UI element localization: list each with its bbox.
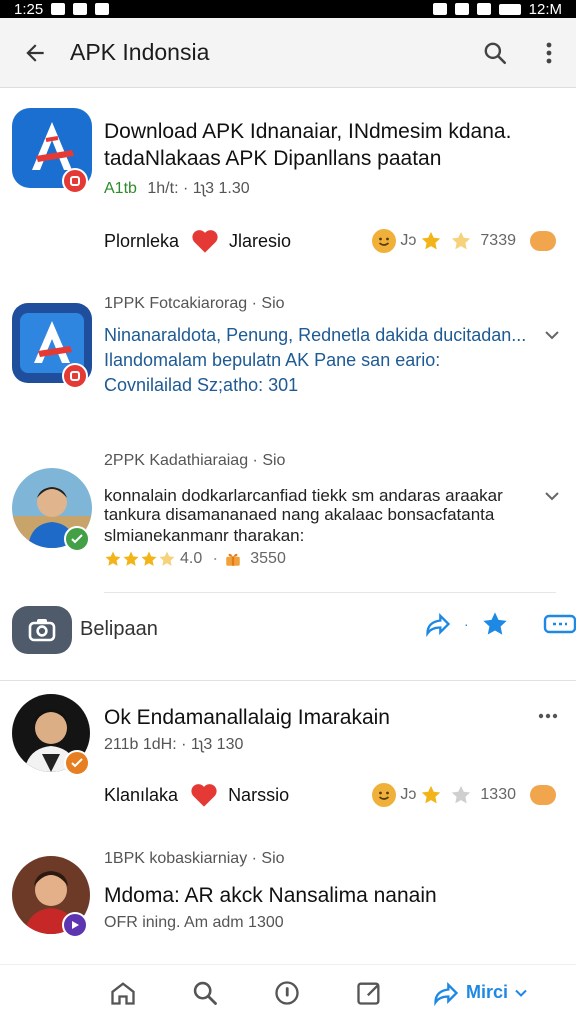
item-title-line1: Download APK Idnanaiar, INdmesim kdana. — [104, 120, 512, 143]
nav-edit[interactable] — [328, 979, 410, 1007]
separator-dot: · — [464, 616, 469, 632]
bottom-navigation: Mirci — [0, 964, 576, 1020]
ticket-icon[interactable] — [543, 613, 576, 635]
reaction-name: Klanılaka — [104, 784, 179, 805]
gallery-icon — [51, 3, 66, 15]
app-icon — [95, 3, 110, 15]
camera-icon — [12, 606, 72, 654]
chevron-down-icon — [515, 989, 527, 997]
rating-text: Jɔ — [400, 232, 417, 249]
battery-icon — [498, 3, 521, 15]
list-item[interactable]: 1PPK Fotcakiarorag · Sio Ninanaraldota, … — [0, 285, 576, 435]
heart-icon[interactable] — [190, 782, 218, 808]
arrow-left-icon — [26, 43, 44, 62]
nav-share[interactable]: Mirci — [410, 979, 550, 1007]
reaction-row: Klanılaka Narssio Jɔ 1330 — [104, 782, 556, 808]
edit-icon — [357, 982, 380, 1005]
signal-icon — [476, 3, 491, 15]
chevron-down-icon[interactable] — [544, 329, 560, 341]
item-meta-stats: 1h/t: · 1ʅ3 1.30 — [147, 180, 250, 197]
section-label: Belipaan — [80, 618, 158, 640]
share-icon[interactable] — [424, 610, 452, 638]
search-button[interactable] — [468, 26, 522, 80]
notification-icon — [73, 3, 88, 15]
item-line2: Ilandomalam bepulatn AK Pane san eario: — [104, 350, 441, 370]
search-icon — [484, 42, 507, 64]
star-empty-icon — [452, 785, 471, 804]
more-horiz-icon[interactable] — [538, 712, 558, 720]
list-item[interactable]: Download APK Idnanaiar, INdmesim kdana. … — [0, 100, 576, 275]
page-title: APK Indonsia — [70, 39, 210, 65]
item-title: Ok Endamanallalaig Imarakain — [104, 706, 390, 729]
share-icon — [434, 981, 459, 1006]
item-title-line2: tadaNlakaas APK Dipanllans paatan — [104, 147, 442, 170]
item-meta: OFR ining. Am adm 1300 — [104, 914, 284, 931]
nav-home[interactable] — [82, 979, 164, 1007]
badge-icon — [64, 750, 90, 776]
item-header: 2PPK Kadathiaraiag · Sio — [104, 452, 286, 469]
nav-search[interactable] — [164, 979, 246, 1007]
mute-icon — [432, 3, 447, 15]
item-line3: Covnilailad Sz;atho: 301 — [104, 375, 299, 395]
status-right-text: 12:M — [528, 0, 562, 18]
smile-emoji-icon[interactable] — [372, 783, 397, 807]
nav-share-label: Mirci — [465, 982, 508, 1002]
star-icon — [422, 785, 441, 804]
rating-row: 4.0 · 3550 — [104, 548, 556, 569]
home-icon — [111, 981, 135, 1005]
item-title: Mdoma: AR akck Nansalima nanain — [104, 884, 437, 907]
app-bar: APK Indonsia — [0, 18, 576, 88]
more-vert-icon — [546, 42, 552, 63]
item-header: 1BPK kobaskiarniay · Sio — [104, 850, 285, 867]
search-icon — [193, 981, 217, 1005]
reaction-name: Plornleka — [104, 230, 180, 251]
rating-count: 3550 — [250, 549, 286, 567]
gift-icon — [226, 553, 240, 566]
star-icon — [105, 551, 121, 566]
item-meta-tag: A1tb — [104, 180, 137, 197]
item-line3: slmianekanmanr tharakan: — [104, 526, 305, 545]
rating-count: 1330 — [480, 786, 516, 803]
status-time: 1:25 — [14, 0, 44, 18]
separator-dot: · — [212, 548, 219, 568]
star-icon — [141, 551, 157, 566]
item-meta: A1tb 1h/t: · 1ʅ3 1.30 — [104, 180, 250, 198]
heart-icon[interactable] — [191, 228, 219, 254]
star-half-icon — [159, 551, 175, 566]
divider — [0, 680, 576, 681]
nav-info[interactable] — [246, 979, 328, 1007]
divider — [104, 592, 556, 593]
badge-icon — [62, 168, 88, 194]
badge-icon — [62, 912, 88, 938]
star-icon — [123, 551, 139, 566]
badge-icon — [62, 363, 88, 389]
list-item[interactable]: 2PPK Kadathiaraiag · Sio konnalain dodka… — [0, 440, 576, 590]
reaction-row: Plornleka Jlaresio Jɔ 7339 — [104, 228, 556, 254]
more-reactions-icon[interactable] — [530, 231, 556, 251]
star-icon[interactable] — [481, 610, 509, 638]
more-reactions-icon[interactable] — [530, 785, 556, 805]
item-line2: tankura disamananaed nang akalaac bonsac… — [104, 505, 495, 524]
star-icon — [422, 231, 441, 250]
rating-value: 4.0 — [180, 549, 203, 567]
rating-count: 7339 — [480, 232, 516, 249]
info-circle-icon — [275, 980, 299, 1005]
back-button[interactable] — [0, 18, 70, 88]
overflow-menu-button[interactable] — [522, 26, 576, 80]
list-item[interactable]: 1BPK kobaskiarniay · Sio Mdoma: AR akck … — [0, 842, 576, 960]
item-header: 1PPK Fotcakiarorag · Sio — [104, 295, 285, 312]
star-half-icon — [452, 231, 471, 250]
badge-icon — [64, 526, 90, 552]
reaction-label: Narssio — [228, 784, 290, 805]
wifi-icon — [454, 3, 469, 15]
list-item[interactable]: Ok Endamanallalaig Imarakain 211b 1dH: ·… — [0, 688, 576, 838]
chevron-down-icon[interactable] — [544, 490, 560, 502]
smile-emoji-icon[interactable] — [372, 229, 397, 253]
section-row[interactable]: Belipaan · — [0, 600, 576, 662]
item-line1: Ninanaraldota, Penung, Rednetla dakida d… — [104, 325, 527, 345]
rating-text: Jɔ — [400, 786, 417, 803]
item-meta: 211b 1dH: · 1ʅ3 130 — [104, 736, 244, 753]
status-bar: 1:25 12:M — [0, 0, 576, 18]
reaction-label: Jlaresio — [229, 230, 292, 251]
